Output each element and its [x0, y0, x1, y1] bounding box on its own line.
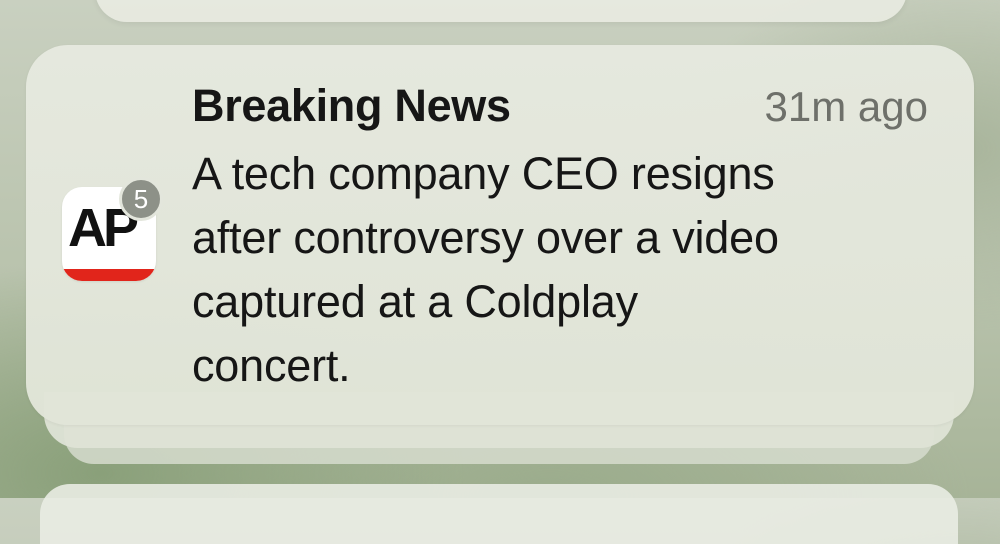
notification-body-line: A tech company CEO resigns [192, 148, 775, 199]
notification-count-badge: 5 [119, 177, 163, 221]
notification-body-line: captured at a Coldplay [192, 276, 638, 327]
notification-title: Breaking News [192, 80, 511, 131]
app-icon-red-bar [62, 269, 156, 281]
notification-body-line: concert. [192, 340, 351, 391]
previous-notification-card[interactable] [95, 0, 907, 22]
next-notification-card[interactable] [40, 484, 958, 544]
notification-body: A tech company CEO resigns after controv… [192, 142, 932, 398]
notification-timestamp: 31m ago [764, 83, 928, 130]
notification-body-line: after controversy over a video [192, 212, 779, 263]
